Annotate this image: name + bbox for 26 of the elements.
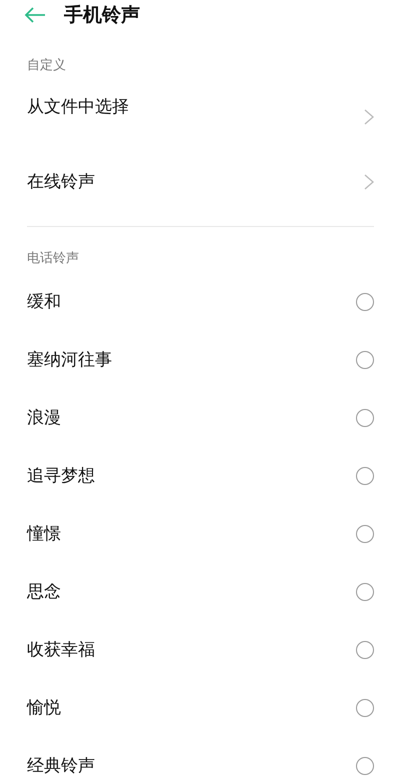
section-label: 电话铃声 bbox=[27, 250, 79, 267]
ringtone-item[interactable]: 思念 bbox=[0, 563, 400, 621]
section-label: 自定义 bbox=[27, 57, 66, 74]
ringtone-item[interactable]: 憧憬 bbox=[0, 505, 400, 563]
chevron-right-icon bbox=[364, 109, 374, 125]
radio-button[interactable] bbox=[356, 699, 374, 717]
ringtone-item[interactable]: 塞纳河往事 bbox=[0, 331, 400, 389]
back-arrow-icon[interactable] bbox=[24, 7, 46, 23]
ringtone-item[interactable]: 缓和 bbox=[0, 273, 400, 331]
menu-item[interactable]: 从文件中选择 bbox=[0, 80, 400, 154]
page-title: 手机铃声 bbox=[64, 3, 140, 28]
ringtone-item[interactable]: 浪漫 bbox=[0, 389, 400, 447]
radio-button[interactable] bbox=[356, 525, 374, 543]
radio-button[interactable] bbox=[356, 641, 374, 659]
radio-button[interactable] bbox=[356, 409, 374, 427]
radio-button[interactable] bbox=[356, 467, 374, 485]
ringtone-item[interactable]: 追寻梦想 bbox=[0, 447, 400, 505]
ringtone-item[interactable]: 收获幸福 bbox=[0, 621, 400, 679]
radio-button[interactable] bbox=[356, 583, 374, 601]
chevron-right-icon bbox=[364, 174, 374, 190]
radio-button[interactable] bbox=[356, 757, 374, 775]
radio-button[interactable] bbox=[356, 351, 374, 369]
radio-button[interactable] bbox=[356, 293, 374, 311]
ringtone-item[interactable]: 经典铃声 bbox=[0, 737, 400, 784]
menu-item[interactable]: 在线铃声 bbox=[0, 154, 400, 210]
ringtone-item[interactable]: 愉悦 bbox=[0, 679, 400, 737]
